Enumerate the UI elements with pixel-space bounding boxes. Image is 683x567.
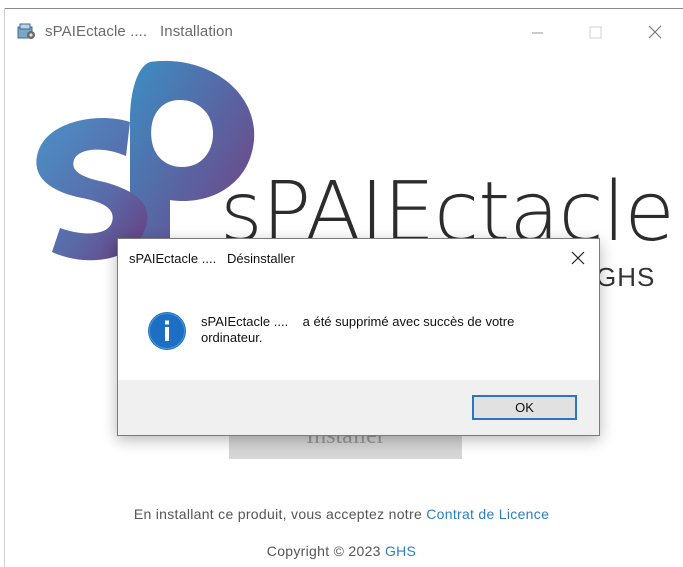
titlebar: sPAIEctacle .... Installation [5, 9, 683, 53]
copyright-notice: Copyright © 2023 GHS [0, 543, 683, 559]
minimize-button[interactable] [517, 17, 557, 47]
dialog-title: sPAIEctacle .... Désinstaller [129, 251, 295, 266]
maximize-button[interactable] [575, 17, 615, 47]
dialog-close-icon[interactable] [567, 247, 589, 269]
window-title: sPAIEctacle .... Installation [45, 23, 233, 40]
dialog-message: sPAIEctacle .... a été supprimé avec suc… [201, 314, 515, 345]
license-link[interactable]: Contrat de Licence [426, 506, 549, 522]
close-button[interactable] [635, 17, 675, 47]
dialog-button-bar: OK [118, 380, 599, 435]
window-border-left [4, 8, 5, 567]
license-text: En installant ce produit, vous acceptez … [133, 506, 427, 522]
license-notice: En installant ce produit, vous acceptez … [0, 506, 683, 522]
installer-package-icon [16, 22, 36, 40]
uninstall-dialog: sPAIEctacle .... Désinstaller sPAIEctacl… [117, 238, 600, 436]
brand-subtitle: GHS [596, 262, 656, 292]
info-icon [147, 311, 187, 351]
copyright-text: Copyright © 2023 [266, 543, 385, 559]
ok-button[interactable]: OK [472, 395, 577, 420]
copyright-link[interactable]: GHS [385, 543, 416, 559]
